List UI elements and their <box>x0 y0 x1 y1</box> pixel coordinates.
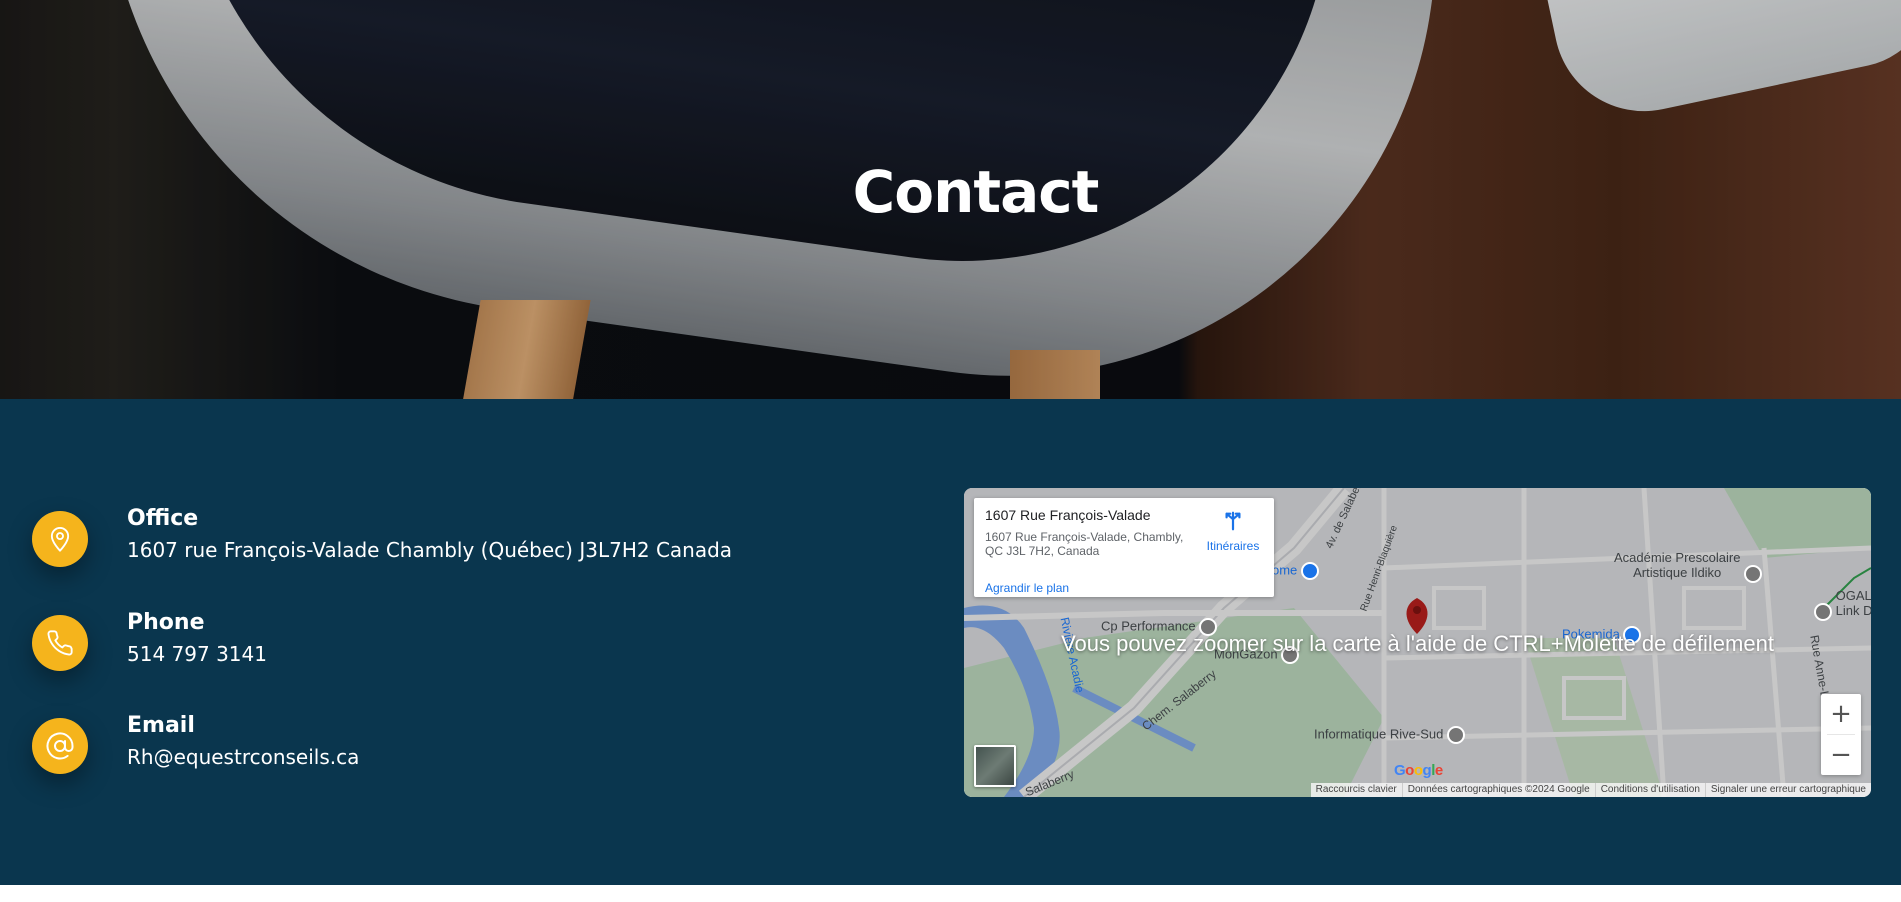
office-address: 1607 rue François-Valade Chambly (Québec… <box>127 538 733 562</box>
map-pin-icon <box>32 511 88 567</box>
google-logo: Google <box>1394 762 1443 779</box>
map-footer: Raccourcis clavier Données cartographiqu… <box>1310 783 1871 797</box>
at-sign-icon <box>32 718 88 774</box>
contact-title: Phone <box>127 610 205 635</box>
poi-icon <box>1814 602 1832 621</box>
email-address[interactable]: Rh@equestrconseils.ca <box>127 745 359 769</box>
phone-number[interactable]: 514 797 3141 <box>127 642 267 666</box>
place-address: 1607 Rue François-Valade, Chambly, QC J3… <box>985 530 1184 558</box>
enlarge-map-link[interactable]: Agrandir le plan <box>985 581 1069 595</box>
terms-link[interactable]: Conditions d'utilisation <box>1594 783 1705 797</box>
zoom-in-button[interactable]: + <box>1821 694 1861 734</box>
page-title: Contact <box>852 158 1100 226</box>
phone-icon <box>32 615 88 671</box>
map-data-attribution: Données cartographiques ©2024 Google <box>1401 783 1595 797</box>
zoom-hint: Vous pouvez zoomer sur la carte à l'aide… <box>1061 631 1774 656</box>
poi-icon <box>1300 562 1319 580</box>
page-bottom <box>0 885 1901 902</box>
map-type-toggle[interactable] <box>974 745 1016 787</box>
keyboard-shortcuts-link[interactable]: Raccourcis clavier <box>1311 783 1402 797</box>
hero-banner: Contact <box>0 0 1901 399</box>
poi-icon <box>1446 726 1465 744</box>
map-label: Académie Prescolaire Artistique Ildiko <box>1614 550 1763 583</box>
report-error-link[interactable]: Signaler une erreur cartographique <box>1704 783 1871 797</box>
map-label: ome <box>1272 562 1319 580</box>
contact-title: Office <box>127 506 199 531</box>
map-label: Informatique Rive-Sud <box>1314 726 1465 744</box>
zoom-out-button[interactable]: − <box>1821 735 1861 775</box>
directions-icon <box>1225 511 1241 531</box>
directions-button[interactable]: Itinéraires <box>1202 510 1264 553</box>
place-name: 1607 Rue François-Valade <box>985 507 1151 523</box>
directions-label: Itinéraires <box>1206 539 1260 553</box>
poi-icon <box>1744 564 1763 583</box>
zoom-controls: + − <box>1821 694 1861 775</box>
map-info-card: 1607 Rue François-Valade 1607 Rue Franço… <box>974 498 1274 597</box>
contact-title: Email <box>127 713 195 738</box>
map-label: OGALO Link D <box>1814 588 1871 621</box>
google-map[interactable]: Académie Prescolaire Artistique Ildiko O… <box>964 488 1871 797</box>
